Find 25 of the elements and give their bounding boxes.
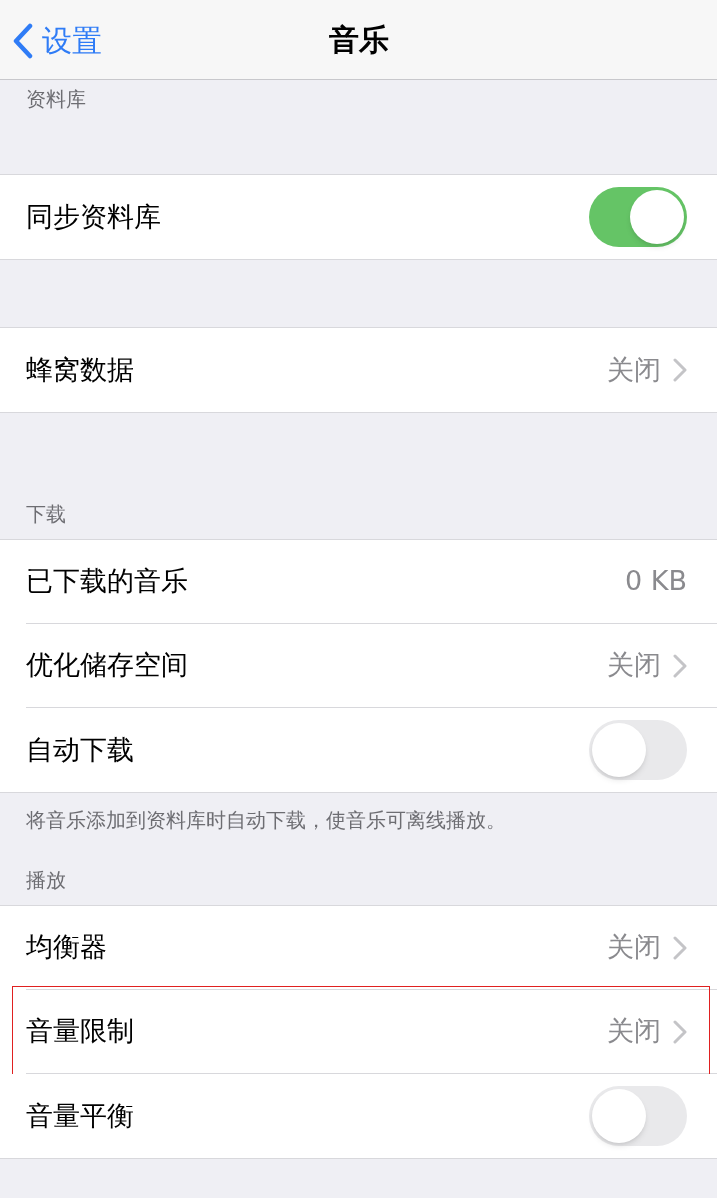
row-label: 自动下载 — [26, 732, 134, 767]
row-value: 关闭 — [607, 648, 661, 683]
chevron-icon — [673, 1019, 687, 1044]
chevron-icon — [673, 935, 687, 960]
chevron-icon — [673, 358, 687, 382]
section-header: 播放 — [26, 867, 66, 894]
row-value: 关闭 — [607, 1014, 661, 1049]
row-label: 均衡器 — [26, 930, 107, 965]
toggle-switch[interactable] — [589, 187, 687, 247]
row-label: 音量平衡 — [26, 1098, 134, 1133]
row-label: 音量限制 — [26, 1014, 134, 1049]
row-value: 关闭 — [607, 930, 661, 965]
section-header: 下载 — [26, 501, 66, 528]
row-value: 0 KB — [625, 564, 687, 599]
row-label: 优化储存空间 — [26, 648, 188, 683]
row-label: 蜂窝数据 — [26, 352, 134, 387]
chevron-icon — [673, 653, 687, 678]
nav-title: 音乐 — [328, 21, 389, 59]
row-label: 已下载的音乐 — [26, 564, 188, 599]
back-button[interactable]: 设置 — [12, 18, 102, 63]
row-value: 关闭 — [607, 352, 661, 387]
section-footer: 将音乐添加到资料库时自动下载，使音乐可离线播放。 — [26, 808, 506, 832]
section-header: 资料库 — [26, 86, 86, 113]
back-chevron-icon — [12, 22, 34, 59]
row-label: 同步资料库 — [26, 199, 161, 234]
